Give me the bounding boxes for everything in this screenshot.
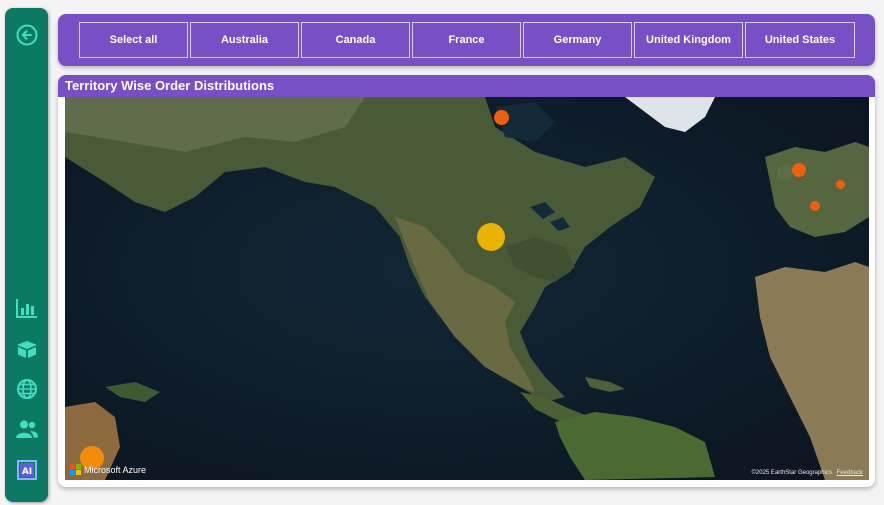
slicer-germany[interactable]: Germany	[523, 22, 632, 58]
map-provider-name: Microsoft Azure	[84, 464, 147, 475]
nav-ai-button[interactable]: AI	[5, 455, 48, 485]
country-slicer-panel: Select all Australia Canada France Germa…	[58, 14, 875, 66]
bubble-united-kingdom[interactable]	[792, 163, 806, 177]
slicer-select-all[interactable]: Select all	[79, 22, 188, 58]
microsoft-logo-icon	[70, 464, 81, 475]
ai-icon: AI	[16, 460, 37, 480]
app-root: AI Select all Australia Canada France Ge…	[0, 0, 884, 505]
slicer-united-states[interactable]: United States	[745, 22, 855, 58]
map-provider-attribution: Microsoft Azure	[70, 464, 146, 475]
map-copyright: ©2025 EarthStar Geographics Feedback	[752, 470, 864, 476]
nav-sales-button[interactable]	[5, 293, 48, 323]
bubble-france[interactable]	[810, 201, 820, 211]
map-title: Territory Wise Order Distributions	[58, 75, 875, 97]
nav-products-button[interactable]	[5, 334, 48, 364]
back-button[interactable]	[5, 20, 48, 50]
nav-customers-button[interactable]	[5, 414, 48, 444]
territory-map-card: Territory Wise Order Distributions Micro…	[58, 75, 875, 487]
bar-chart-icon	[15, 299, 37, 318]
bubble-germany[interactable]	[836, 180, 845, 189]
nav-region-button[interactable]	[5, 374, 48, 404]
globe-icon	[16, 379, 37, 399]
users-icon	[15, 420, 38, 438]
box-icon	[16, 341, 37, 358]
world-map-imagery	[65, 97, 869, 480]
feedback-link[interactable]: Feedback	[837, 470, 863, 476]
slicer-united-kingdom[interactable]: United Kingdom	[634, 22, 743, 58]
bubble-united-states[interactable]	[477, 223, 505, 251]
territory-map[interactable]: Microsoft Azure ©2025 EarthStar Geograph…	[65, 97, 869, 480]
nav-rail: AI	[5, 8, 48, 502]
bubble-canada[interactable]	[494, 110, 509, 125]
slicer-france[interactable]: France	[412, 22, 521, 58]
copyright-text: ©2025 EarthStar Geographics	[751, 470, 832, 476]
slicer-australia[interactable]: Australia	[190, 22, 299, 58]
back-arrow-icon	[16, 24, 37, 46]
slicer-canada[interactable]: Canada	[301, 22, 410, 58]
svg-text:AI: AI	[21, 467, 31, 477]
